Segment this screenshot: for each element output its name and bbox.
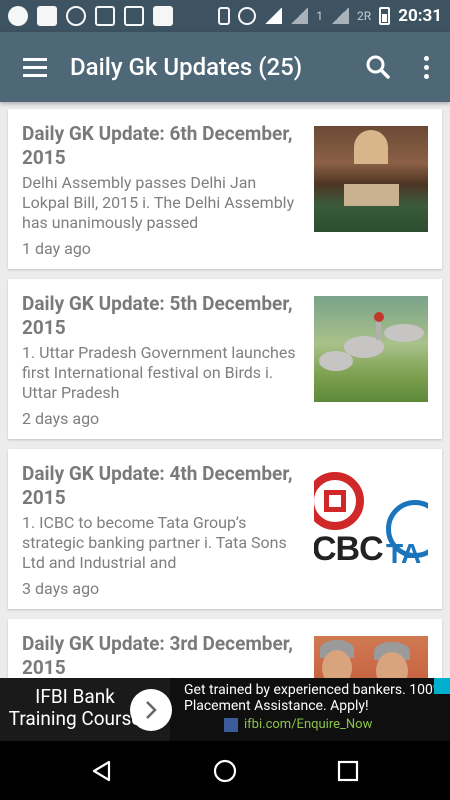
ad-title: IFBI Bank Training Course [8,685,142,730]
site-favicon-icon [224,717,238,732]
article-list[interactable]: Daily GK Update: 6th December, 2015 Delh… [0,102,450,678]
signal-sim2-icon [331,8,350,24]
sim2-label: 2R [357,9,372,23]
article-time: 1 day ago [22,239,91,258]
menu-icon[interactable] [0,32,70,102]
article-text: Daily GK Update: 5th December, 2015 1. U… [22,292,302,428]
article-text: Daily GK Update: 4th December, 2015 1. I… [22,462,302,598]
article-time: 3 days ago [22,579,100,598]
back-button[interactable] [72,741,132,800]
list-item[interactable]: Daily GK Update: 4th December, 2015 1. I… [8,449,442,609]
list-item[interactable]: Daily GK Update: 6th December, 2015 Delh… [8,109,442,269]
alarm-icon [238,7,257,25]
ad-banner[interactable]: IFBI Bank Training Course Get trained by… [0,678,450,741]
list-item[interactable]: Daily GK Update: 5th December, 2015 1. U… [8,279,442,439]
clock: 20:31 [398,6,442,26]
article-title: Daily GK Update: 3rd December, 2015 [22,632,293,678]
article-snippet: 1. ICBC to become Tata Group’s strategic… [22,513,287,572]
overflow-menu-icon[interactable] [402,43,450,91]
whatsapp-icon [66,6,86,26]
home-button[interactable] [195,741,255,800]
article-text: Daily GK Update: 3rd December, 2015 [22,632,302,678]
ad-title-block[interactable]: IFBI Bank Training Course [0,678,172,741]
square-icon [153,6,173,26]
recents-button[interactable] [318,741,378,800]
article-title: Daily GK Update: 4th December, 2015 [22,462,293,509]
article-snippet: 1. Uttar Pradesh Government launches fir… [22,343,296,402]
article-text: Daily GK Update: 6th December, 2015 Delh… [22,122,302,258]
page-title: Daily Gk Updates (25) [70,53,303,81]
battery-icon [379,7,391,25]
chevron-right-icon[interactable] [130,689,172,731]
messenger-icon [8,6,28,26]
ad-body[interactable]: Get trained by experienced bankers. 100%… [170,678,450,741]
status-bar: 1 2R 20:31 [0,0,450,32]
ad-link[interactable]: ifbi.com/Enquire_Now [184,717,450,732]
article-time: 2 days ago [22,409,100,428]
system-status: 1 2R 20:31 [218,6,442,26]
ad-url: ifbi.com/Enquire_Now [244,717,373,732]
article-title: Daily GK Update: 6th December, 2015 [22,122,293,169]
article-thumbnail: CBC TA [314,466,428,572]
article-thumbnail [314,296,428,402]
article-snippet: Delhi Assembly passes Delhi Jan Lokpal B… [22,173,295,232]
signal-sim1-icon [290,8,309,24]
list-item[interactable]: Daily GK Update: 3rd December, 2015 [8,619,442,678]
search-icon[interactable] [354,43,402,91]
shield-icon [124,6,144,26]
ad-copy: Get trained by experienced bankers. 100%… [184,682,444,714]
notification-icons [8,6,218,26]
vibrate-icon [218,7,231,25]
system-nav-bar [0,741,450,800]
app-toolbar: Daily Gk Updates (25) [0,32,450,102]
article-thumbnail [314,126,428,232]
article-thumbnail [314,636,428,678]
ad-choices-icon[interactable] [434,678,450,694]
image-icon [95,6,115,26]
wifi-icon [264,8,283,24]
sim1-label: 1 [316,9,324,23]
article-title: Daily GK Update: 5th December, 2015 [22,292,293,339]
facebook-icon [37,6,57,26]
